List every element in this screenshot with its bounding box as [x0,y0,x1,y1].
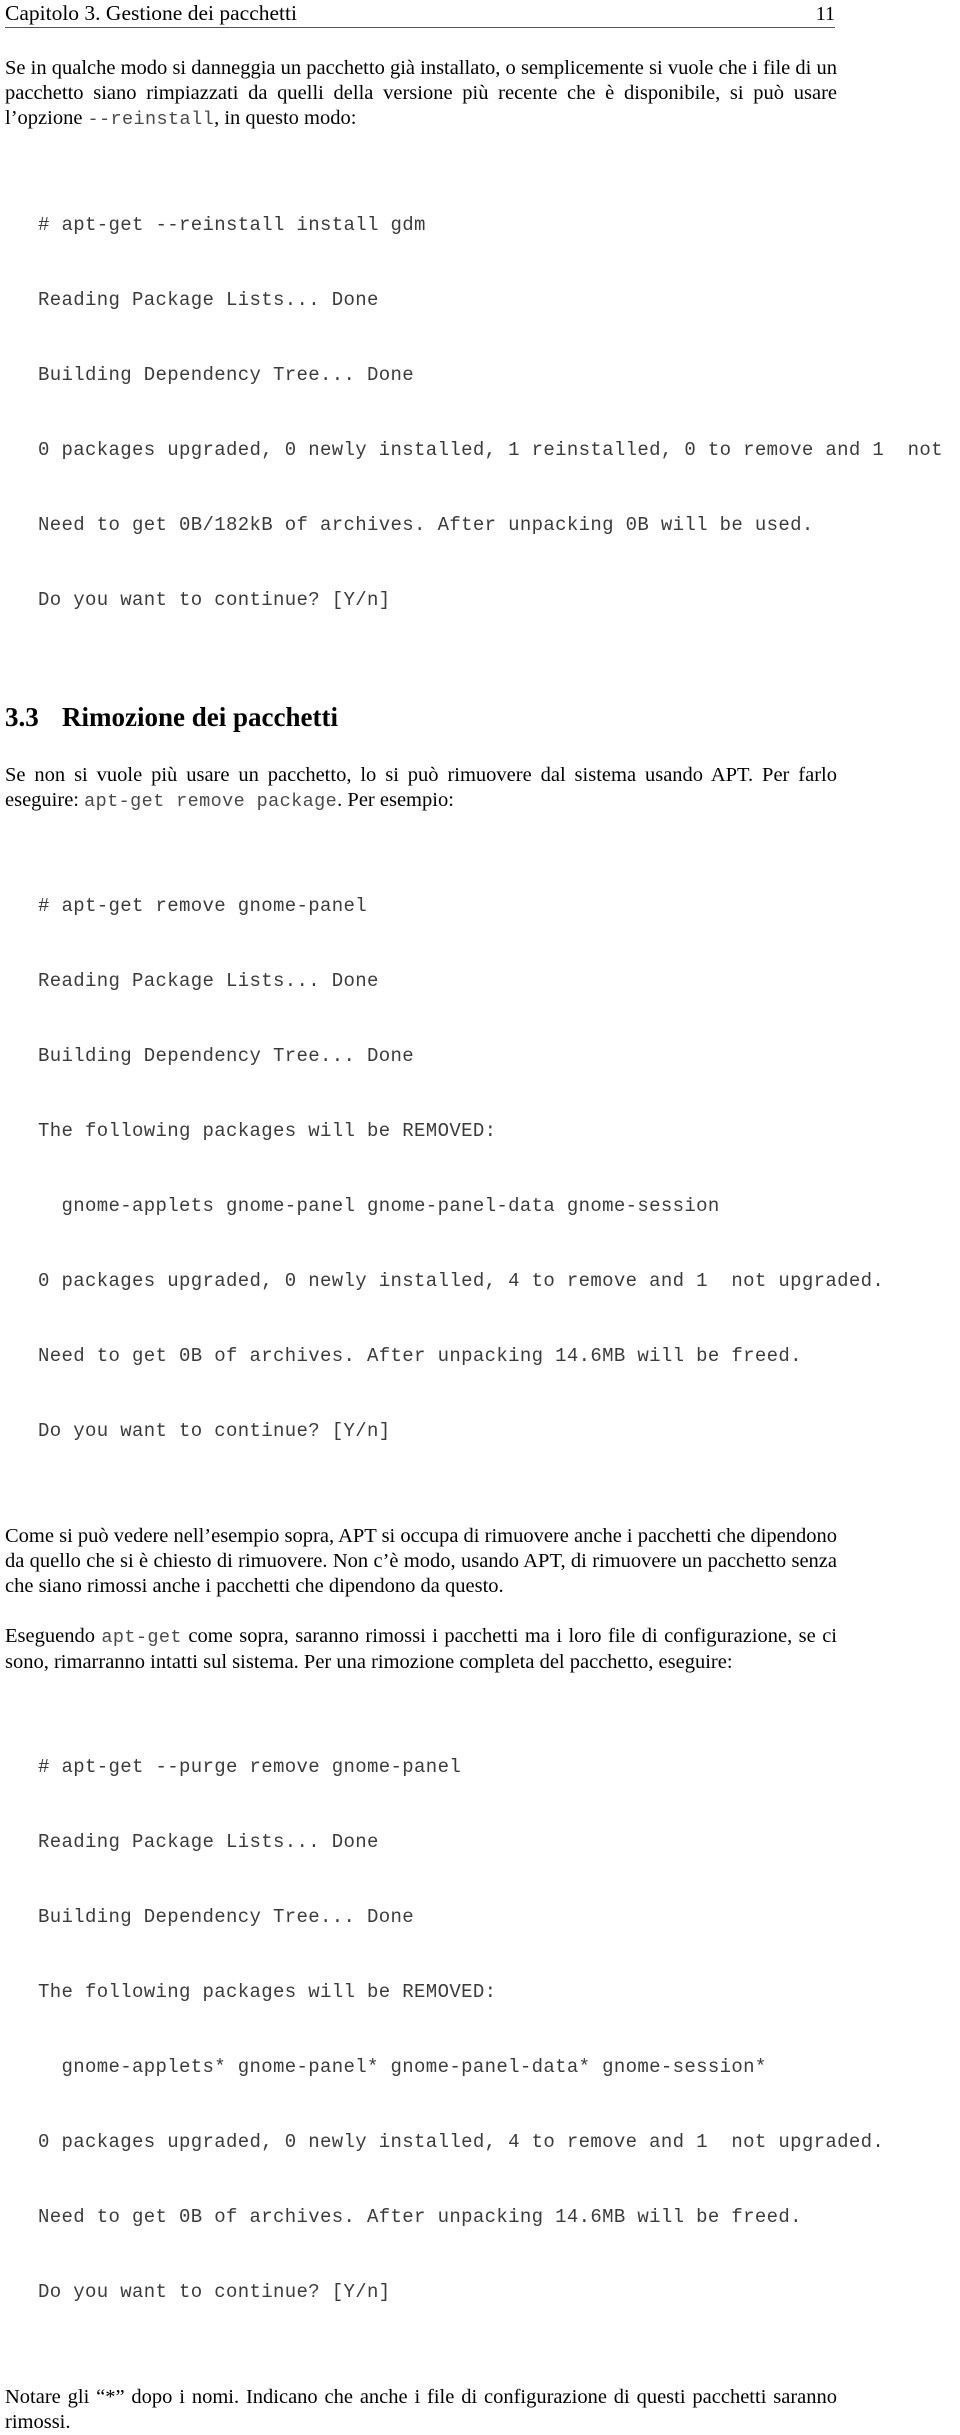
code-block-purge: # apt-get --purge remove gnome-panel Rea… [38,1705,960,2355]
code-line: Building Dependency Tree... Done [38,363,415,386]
code-line: The following packages will be REMOVED: [38,1120,497,1143]
code-line: 0 packages upgraded, 0 newly installed, … [38,2131,885,2154]
code-line: 0 packages upgraded, 0 newly installed, … [38,438,943,461]
code-line: Reading Package Lists... Done [38,1831,379,1854]
section-number: 3.3 [5,701,39,732]
section-heading-3-3: 3.3 Rimozione dei pacchetti [5,701,837,733]
code-line: Building Dependency Tree... Done [38,1906,415,1929]
code-line: Reading Package Lists... Done [38,288,379,311]
paragraph-reinstall-intro: Se in qualche modo si danneggia un pacch… [5,56,837,133]
code-line: # apt-get --reinstall install gdm [38,213,426,236]
paragraph-purge-lead: Eseguendo apt-get come sopra, saranno ri… [5,1624,837,1675]
paragraph-text-tail: . Per esempio: [337,788,454,811]
code-line: Do you want to continue? [Y/n] [38,2281,391,2304]
code-line: The following packages will be REMOVED: [38,1981,497,2004]
paragraph-asterisk-note: Notare gli “*” dopo i nomi. Indicano che… [5,2386,837,2434]
code-line: Need to get 0B/182kB of archives. After … [38,513,814,536]
code-line: 0 packages upgraded, 0 newly installed, … [38,1270,885,1293]
code-block-remove: # apt-get remove gnome-panel Reading Pac… [38,844,960,1494]
code-line: gnome-applets gnome-panel gnome-panel-da… [38,1195,720,1218]
code-line: Do you want to continue? [Y/n] [38,1420,391,1443]
code-line: Need to get 0B of archives. After unpack… [38,2206,802,2229]
code-line: gnome-applets* gnome-panel* gnome-panel-… [38,2056,767,2079]
paragraph-text-tail: , in questo modo: [214,107,357,130]
document-page: Capitolo 3. Gestione dei pacchetti 11 Se… [0,0,960,2433]
code-line: Do you want to continue? [Y/n] [38,588,391,611]
code-line: Reading Package Lists... Done [38,970,379,993]
paragraph-dependency-explanation: Come si può vedere nell’esempio sopra, A… [5,1525,837,1598]
code-line: # apt-get remove gnome-panel [38,895,368,918]
header-rule [5,27,835,28]
code-line: Building Dependency Tree... Done [38,1045,415,1068]
inline-code-reinstall-option: --reinstall [87,109,215,131]
section-title: Rimozione dei pacchetti [62,701,338,732]
inline-code-apt-get: apt-get [101,1626,182,1648]
inline-code-apt-get-remove: apt-get remove package [84,790,338,812]
paragraph-text: Eseguendo [5,1624,102,1647]
paragraph-remove-lead: Se non si vuole più usare un pacchetto, … [5,763,837,814]
code-line: Need to get 0B of archives. After unpack… [38,1345,802,1368]
header-chapter-title: Capitolo 3. Gestione dei pacchetti [5,1,297,25]
running-header: Capitolo 3. Gestione dei pacchetti 11 [5,0,835,26]
code-line: # apt-get --purge remove gnome-panel [38,1756,462,1779]
header-page-number: 11 [815,3,835,25]
code-block-reinstall: # apt-get --reinstall install gdm Readin… [38,163,960,663]
